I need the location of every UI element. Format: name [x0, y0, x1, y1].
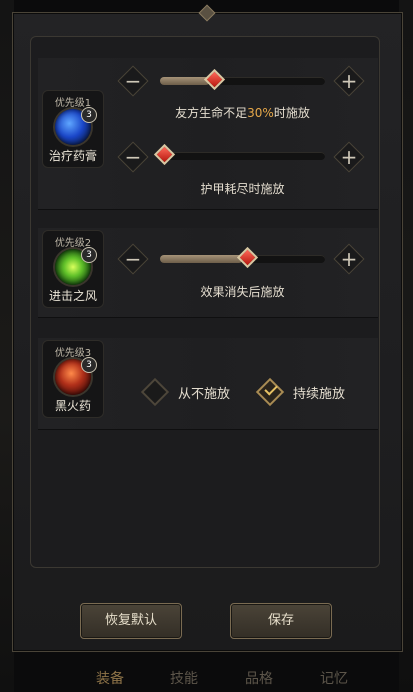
never-cast-label[interactable]: 从不施放	[178, 383, 230, 402]
decrease-button[interactable]: −	[118, 244, 148, 274]
skill-slot-2[interactable]: 优先级2 3 进击之风	[42, 230, 104, 308]
tab-skills[interactable]: 技能	[170, 668, 198, 688]
skill-slot-1[interactable]: 优先级1 3 治疗药膏	[42, 90, 104, 168]
threshold-slider-3[interactable]	[160, 246, 325, 269]
stack-count-badge: 3	[81, 107, 97, 123]
priority-label: 优先级2	[54, 238, 92, 249]
stack-count-badge: 3	[81, 357, 97, 373]
always-cast-label[interactable]: 持续施放	[293, 383, 345, 402]
increase-button[interactable]: +	[334, 66, 364, 96]
tab-character[interactable]: 品格	[245, 668, 273, 688]
stack-count-badge: 3	[81, 247, 97, 263]
slider-fill	[160, 77, 210, 85]
increase-button[interactable]: +	[334, 244, 364, 274]
decrease-button[interactable]: −	[118, 66, 148, 96]
priority-label: 优先级1	[54, 98, 92, 109]
tab-memory[interactable]: 记忆	[320, 668, 348, 688]
threshold-slider-2[interactable]	[153, 143, 325, 166]
skill-name: 治疗药膏	[48, 149, 97, 163]
reset-default-button[interactable]: 恢复默认	[80, 603, 182, 639]
skill-name: 黑火药	[54, 399, 91, 413]
tab-equipment[interactable]: 装备	[96, 668, 124, 688]
slider-caption-3: 效果消失后施放	[200, 285, 285, 299]
increase-button[interactable]: +	[334, 142, 364, 172]
decrease-button[interactable]: −	[118, 142, 148, 172]
slider-caption-1: 友方生命不足30%时施放	[175, 106, 310, 120]
save-button[interactable]: 保存	[230, 603, 332, 639]
skill-slot-3[interactable]: 优先级3 3 黑火药	[42, 340, 104, 418]
slider-fill	[160, 255, 243, 263]
checkmark-icon	[264, 382, 278, 396]
priority-label: 优先级3	[54, 348, 92, 359]
skill-name: 进击之风	[48, 289, 97, 303]
threshold-slider-1[interactable]	[160, 68, 325, 91]
slider-caption-2: 护甲耗尽时施放	[200, 182, 285, 196]
bottom-tab-bar: 装备 技能 品格 记忆	[0, 664, 413, 692]
